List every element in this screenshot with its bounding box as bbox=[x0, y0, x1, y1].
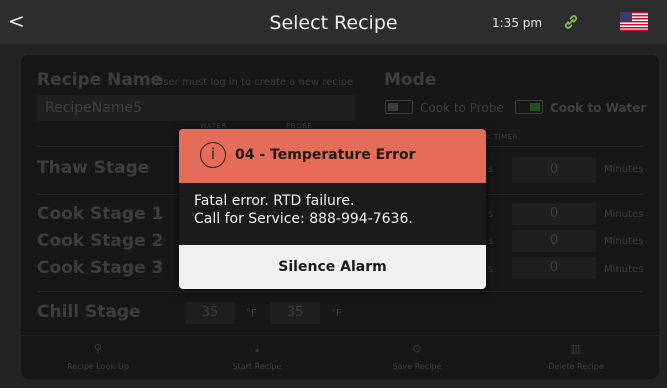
us-flag-icon[interactable] bbox=[620, 12, 648, 31]
error-message-line-1: Fatal error. RTD failure. bbox=[194, 193, 355, 209]
error-dialog-header: i 04 - Temperature Error bbox=[179, 129, 486, 183]
link-icon bbox=[565, 15, 577, 29]
error-dialog-message: Fatal error. RTD failure. Call for Servi… bbox=[194, 192, 413, 228]
error-dialog-title: 04 - Temperature Error bbox=[235, 147, 416, 163]
clock: 1:35 pm bbox=[492, 16, 543, 30]
error-dialog: i 04 - Temperature Error Fatal error. RT… bbox=[179, 129, 486, 289]
top-bar: < Select Recipe 1:35 pm bbox=[0, 0, 667, 44]
info-icon: i bbox=[200, 142, 226, 168]
silence-alarm-button[interactable]: Silence Alarm bbox=[179, 245, 486, 289]
error-message-line-2: Call for Service: 888-994-7636. bbox=[194, 211, 413, 227]
